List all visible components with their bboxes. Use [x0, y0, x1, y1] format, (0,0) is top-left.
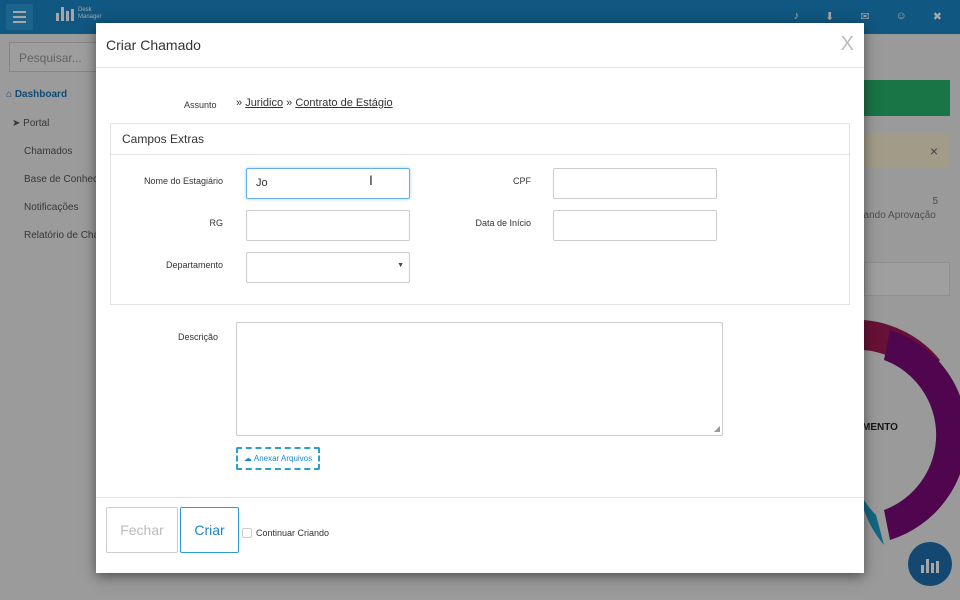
campos-extras-title: Campos Extras [122, 132, 205, 146]
breadcrumb-separator: » [286, 97, 293, 109]
modal-close-button[interactable]: X [841, 33, 854, 56]
breadcrumb-contrato-estagio[interactable]: Contrato de Estágio [295, 97, 392, 109]
rg-label: RG [209, 218, 224, 228]
nome-estagiario-input[interactable]: Jo I [246, 168, 410, 199]
nome-estagiario-label: Nome do Estagiário [143, 176, 223, 186]
departamento-label: Departamento [165, 260, 223, 270]
departamento-select[interactable]: ▼ [246, 252, 410, 283]
data-inicio-label: Data de Início [475, 218, 531, 228]
descricao-label: Descrição [178, 332, 219, 342]
attach-files-label: Anexar Arquivos [253, 454, 313, 463]
breadcrumb-juridico[interactable]: Juridico [245, 97, 283, 109]
header-divider [96, 67, 864, 68]
text-cursor-icon: I [369, 172, 373, 188]
modal-title: Criar Chamado [106, 37, 201, 53]
cpf-label: CPF [513, 176, 531, 186]
breadcrumb-separator: » [236, 97, 243, 109]
campos-extras-panel: Campos Extras Nome do Estagiário Jo I CPF… [110, 123, 850, 305]
create-ticket-modal: Criar Chamado X Assunto » Juridico » Con… [96, 23, 864, 573]
data-inicio-input[interactable] [553, 210, 717, 241]
assunto-label: Assunto [184, 100, 217, 110]
panel-divider [111, 154, 849, 155]
fechar-button[interactable]: Fechar [106, 507, 178, 553]
chevron-down-icon: ▼ [397, 262, 404, 269]
resize-handle-icon[interactable]: ◢ [714, 424, 720, 433]
continuar-criando-checkbox[interactable] [242, 528, 252, 538]
assunto-breadcrumb: » Juridico » Contrato de Estágio [236, 97, 393, 109]
rg-input[interactable] [246, 210, 410, 241]
descricao-textarea[interactable]: ◢ [236, 322, 723, 436]
nome-estagiario-value: Jo [256, 177, 268, 189]
attach-files-button[interactable]: ☁ Anexar Arquivos [236, 447, 320, 470]
footer-divider [96, 497, 864, 498]
cpf-input[interactable] [553, 168, 717, 199]
criar-button[interactable]: Criar [180, 507, 239, 553]
cloud-upload-icon: ☁ [243, 454, 252, 463]
continuar-criando-label: Continuar Criando [256, 528, 330, 538]
